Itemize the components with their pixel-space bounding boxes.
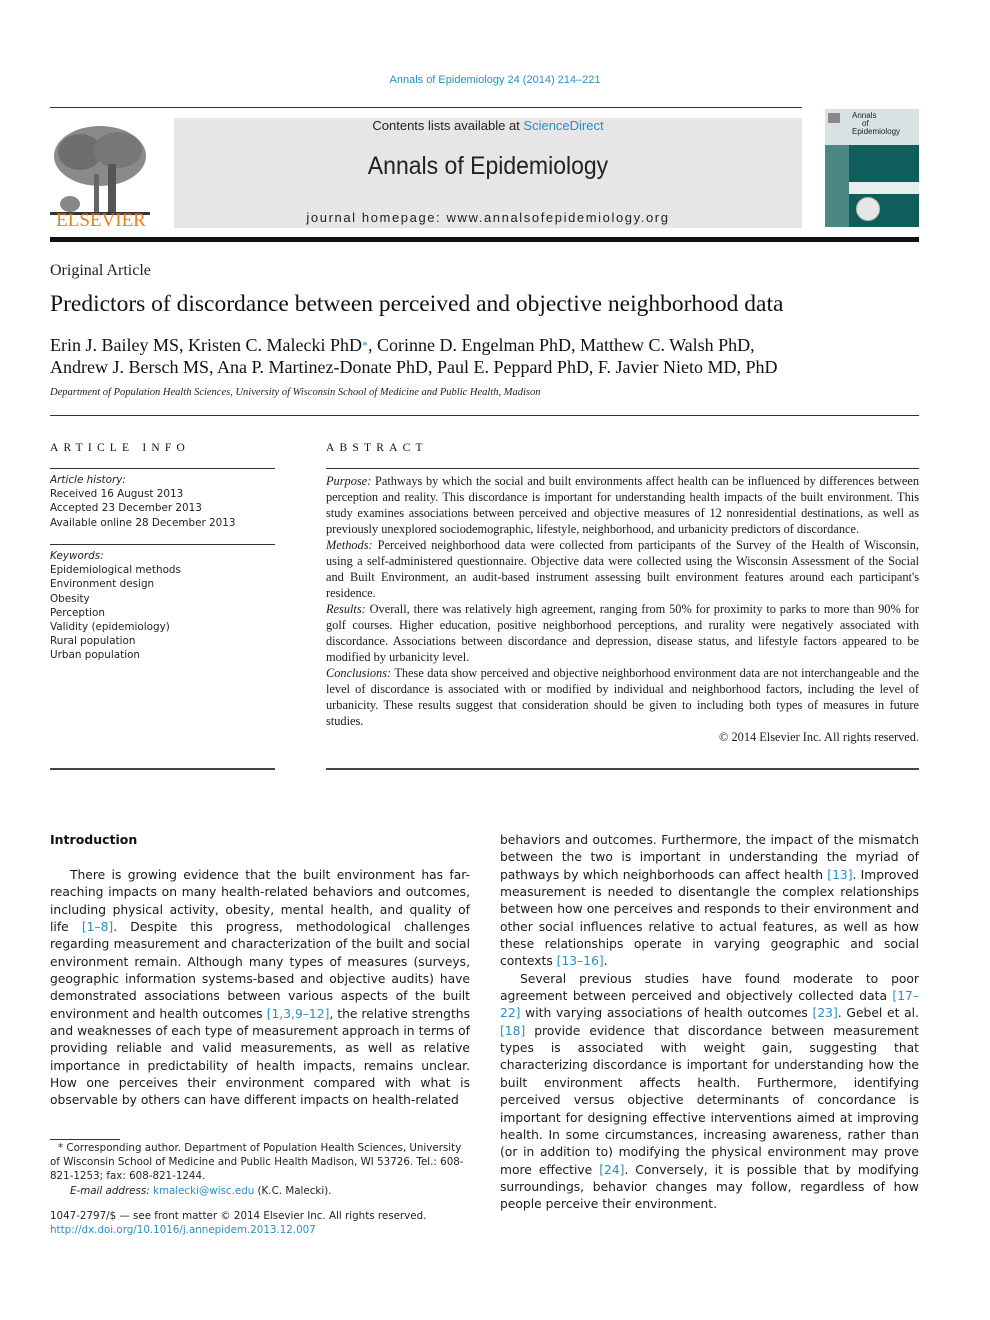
introduction-heading: Introduction (50, 832, 138, 847)
keywords-label: Keywords: (50, 550, 104, 562)
author-list: Erin J. Bailey MS, Kristen C. Malecki Ph… (50, 334, 930, 378)
authors-part: , Corinne D. Engelman PhD, Matthew C. Wa… (367, 335, 755, 355)
abstract-rule (326, 768, 919, 770)
citation-link[interactable]: [18] (500, 1024, 525, 1038)
keyword: Urban population (50, 649, 141, 662)
citation-link[interactable]: [13–16] (557, 954, 604, 968)
body-column-left: There is growing evidence that the built… (50, 867, 470, 1110)
history-item: Received 16 August 2013 (50, 488, 184, 501)
text-run: Several previous studies have found mode… (500, 971, 919, 1004)
citation-link[interactable]: [24] (599, 1163, 624, 1177)
running-header[interactable]: Annals of Epidemiology 24 (2014) 214–221 (0, 74, 990, 86)
article-info-heading: ARTICLE INFO (50, 442, 190, 454)
email-label: E-mail address: (70, 1184, 150, 1197)
authors-part: Erin J. Bailey MS, Kristen C. Malecki Ph… (50, 335, 362, 355)
text-run: , the relative strengths and weaknesses … (50, 1006, 470, 1108)
abstract-heading: ABSTRACT (326, 442, 428, 454)
paragraph: There is growing evidence that the built… (50, 867, 470, 1110)
elsevier-wordmark: ELSEVIER (56, 210, 146, 231)
article-info-rule (50, 768, 275, 770)
abstract-body: Purpose: Pathways by which the social an… (326, 473, 919, 745)
paragraph: Several previous studies have found mode… (500, 971, 919, 1214)
doi-link[interactable]: http://dx.doi.org/10.1016/j.annepidem.20… (50, 1223, 490, 1237)
abstract-copyright: © 2014 Elsevier Inc. All rights reserved… (719, 730, 919, 744)
history-item: Available online 28 December 2013 (50, 516, 236, 529)
email-suffix: (K.C. Malecki). (254, 1184, 332, 1197)
text-run: provide evidence that discordance betwee… (500, 1023, 919, 1177)
article-info-rule (50, 544, 275, 545)
corresponding-author-footnote: * Corresponding author. Department of Po… (50, 1141, 470, 1198)
masthead-bottom-rule (50, 237, 919, 242)
keyword: Rural population (50, 635, 136, 648)
masthead-top-rule (50, 107, 802, 108)
history-item: Accepted 23 December 2013 (50, 502, 202, 515)
history-label: Article history: (50, 474, 126, 486)
authors-part: Andrew J. Bersch MS, Ana P. Martinez-Don… (50, 357, 778, 377)
text-run: . Gebel et al. (837, 1006, 920, 1021)
paragraph: behaviors and outcomes. Furthermore, the… (500, 832, 919, 971)
abstract-methods: Methods: Perceived neighborhood data wer… (326, 538, 919, 600)
article-type: Original Article (50, 262, 151, 279)
article-info-rule (50, 468, 275, 469)
text-run: with varying associations of health outc… (520, 1006, 813, 1021)
keyword: Obesity (50, 592, 90, 605)
keyword: Environment design (50, 578, 155, 591)
cover-title: Annals of Epidemiology (852, 111, 901, 136)
citation-link[interactable]: [13] (827, 868, 852, 882)
article-title: Predictors of discordance between percei… (50, 291, 784, 317)
abstract-results: Results: Overall, there was relatively h… (326, 602, 919, 664)
footnote-text: * Corresponding author. Department of Po… (50, 1142, 464, 1183)
citation-link[interactable]: [23] (813, 1006, 838, 1020)
cover-seal-icon (856, 197, 880, 221)
citation-link[interactable]: [1–8] (82, 920, 113, 934)
affiliation-rule (50, 415, 919, 416)
cover-side-stripe (825, 145, 849, 227)
keyword: Perception (50, 606, 105, 619)
article-history: Article history: Received 16 August 2013… (50, 473, 280, 530)
front-matter: 1047-2797/$ — see front matter © 2014 El… (50, 1209, 490, 1237)
contents-prefix: Contents lists available at (372, 118, 524, 133)
citation-link[interactable]: [1,3,9–12] (267, 1007, 330, 1021)
keyword: Epidemiological methods (50, 564, 181, 577)
abstract-rule (326, 468, 919, 469)
body-column-right: behaviors and outcomes. Furthermore, the… (500, 832, 919, 1214)
contents-available-line: Contents lists available at ScienceDirec… (174, 118, 802, 133)
journal-title: Annals of Epidemiology (367, 152, 609, 180)
abstract-conclusions: Conclusions: These data show perceived a… (326, 666, 919, 728)
keyword: Validity (epidemiology) (50, 621, 170, 634)
text-run: . Despite this progress, methodological … (50, 920, 471, 1021)
affiliation: Department of Population Health Sciences… (50, 387, 541, 398)
cover-white-bar (849, 182, 919, 194)
keywords: Keywords: Epidemiological methods Enviro… (50, 549, 280, 663)
footnote-rule (50, 1139, 120, 1140)
cover-publisher-icon (828, 113, 840, 123)
journal-cover-thumbnail: Annals of Epidemiology (825, 109, 919, 227)
journal-homepage[interactable]: journal homepage: www.annalsofepidemiolo… (174, 210, 802, 225)
issn-line: 1047-2797/$ — see front matter © 2014 El… (50, 1210, 427, 1222)
email-link[interactable]: kmalecki@wisc.edu (153, 1185, 254, 1197)
abstract-purpose: Purpose: Pathways by which the social an… (326, 474, 919, 536)
text-run: . (603, 954, 608, 969)
sciencedirect-link[interactable]: ScienceDirect (523, 118, 603, 133)
